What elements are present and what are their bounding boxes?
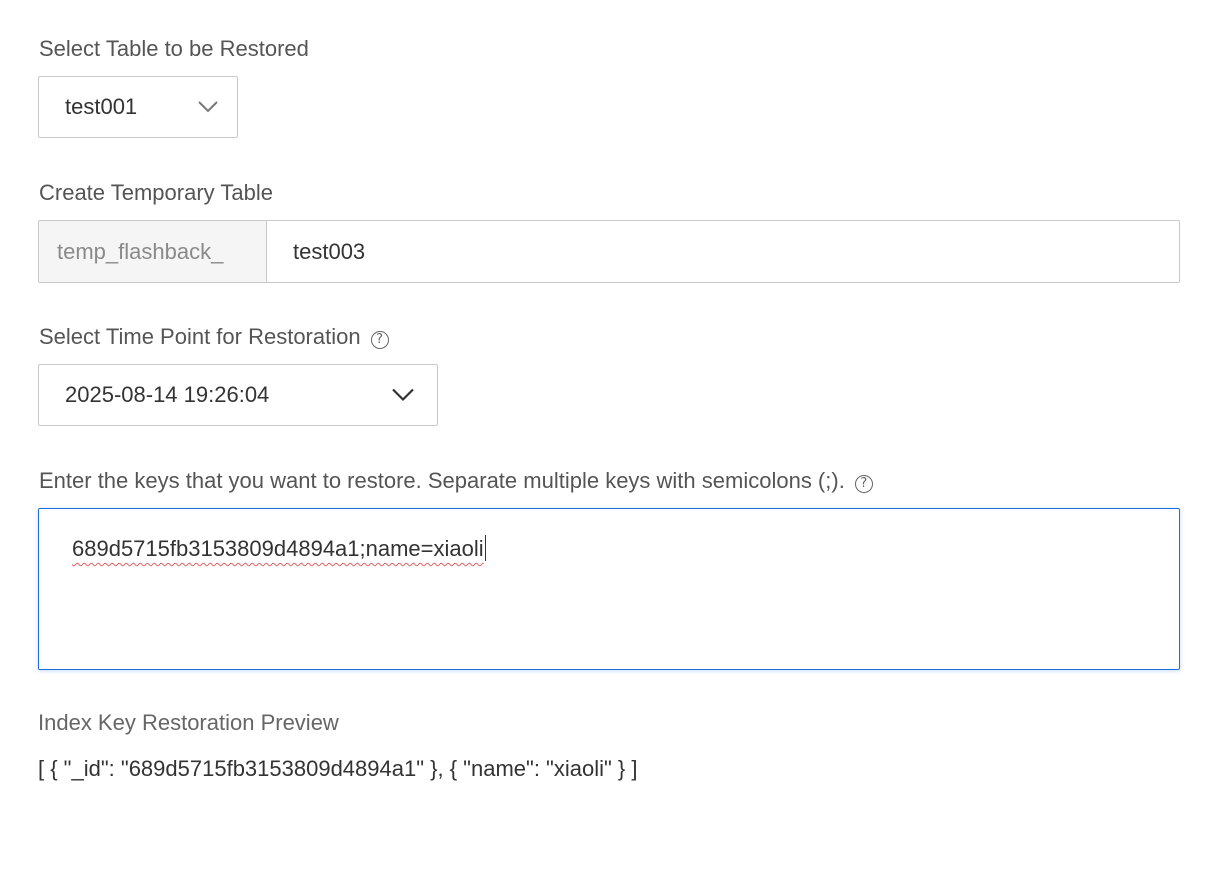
keys-textarea-value: 689d5715fb3153809d4894a1;name=xiaoli: [72, 536, 484, 561]
temp-table-label: Create Temporary Table: [39, 182, 273, 204]
time-point-value: 2025-08-14 19:26:04: [65, 382, 270, 407]
temp-table-prefix: temp_flashback_: [39, 221, 267, 282]
keys-input-label: Enter the keys that you want to restore.…: [39, 470, 873, 493]
question-circle-icon[interactable]: ?: [854, 475, 873, 493]
time-point-label: Select Time Point for Restoration?: [39, 326, 389, 349]
temp-table-input-group: temp_flashback_: [38, 220, 1180, 283]
preview-label: Index Key Restoration Preview: [38, 710, 339, 735]
table-select-dropdown[interactable]: test001: [38, 76, 238, 138]
time-point-dropdown[interactable]: 2025-08-14 19:26:04: [38, 364, 438, 426]
temp-table-name-input[interactable]: [267, 221, 1179, 282]
text-caret: [484, 535, 487, 561]
temp-table-label-text: Create Temporary Table: [39, 180, 273, 205]
keys-input-label-text: Enter the keys that you want to restore.…: [39, 468, 845, 493]
chevron-down-icon: [392, 388, 414, 402]
question-circle-icon[interactable]: ?: [370, 331, 389, 349]
table-select-label: Select Table to be Restored: [39, 38, 309, 60]
keys-textarea[interactable]: 689d5715fb3153809d4894a1;name=xiaoli: [38, 508, 1180, 670]
chevron-down-icon: [198, 101, 218, 113]
time-point-label-text: Select Time Point for Restoration: [39, 324, 361, 349]
table-select-label-text: Select Table to be Restored: [39, 36, 309, 61]
preview-value: [ { "_id": "689d5715fb3153809d4894a1" },…: [38, 756, 638, 781]
table-select-value: test001: [65, 94, 138, 119]
